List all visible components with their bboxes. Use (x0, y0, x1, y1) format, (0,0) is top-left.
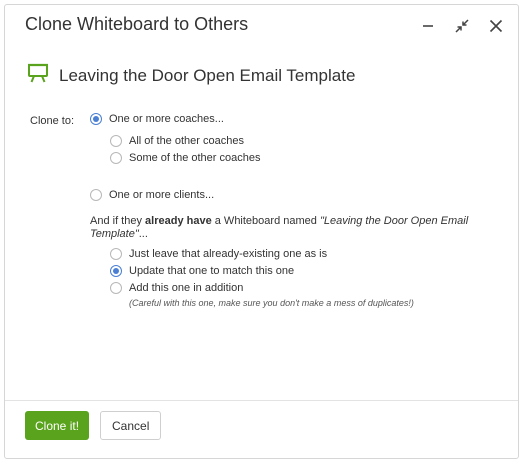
radio-label: All of the other coaches (129, 135, 244, 147)
collapse-arrows-icon (455, 19, 469, 33)
question-prefix: And if they (90, 215, 146, 227)
duplicates-warning-note: (Careful with this one, make sure you do… (129, 298, 414, 308)
radio-one-or-more-clients[interactable]: One or more clients... (90, 189, 214, 201)
radio-some-other-coaches[interactable]: Some of the other coaches (110, 152, 260, 164)
minimize-button[interactable] (416, 15, 440, 37)
radio-label: Add this one in addition (129, 282, 244, 294)
question-suffix: ... (138, 228, 148, 240)
radio-label: Just leave that already-existing one as … (129, 248, 328, 260)
clone-to-label: Clone to: (30, 115, 75, 127)
dialog-title: Clone Whiteboard to Others (25, 14, 249, 34)
radio-label: Some of the other coaches (129, 152, 261, 164)
dialog-footer: Clone it! Cancel (5, 400, 518, 458)
radio-button[interactable] (110, 248, 122, 260)
whiteboard-heading: Leaving the Door Open Email Template (27, 63, 355, 88)
close-icon (489, 19, 503, 33)
question-emphasis: already have (145, 215, 212, 227)
radio-button[interactable] (110, 282, 122, 294)
collapse-button[interactable] (450, 15, 474, 37)
radio-all-other-coaches[interactable]: All of the other coaches (110, 135, 244, 147)
cancel-button[interactable]: Cancel (100, 411, 162, 440)
radio-label: One or more clients... (109, 189, 215, 201)
radio-button[interactable] (90, 189, 102, 201)
radio-button[interactable] (90, 113, 102, 125)
radio-button[interactable] (110, 265, 122, 277)
whiteboard-icon (27, 63, 49, 88)
close-button[interactable] (484, 15, 508, 37)
clone-dialog: Clone Whiteboard to Others Leaving the D… (4, 4, 519, 459)
radio-label: One or more coaches... (109, 113, 224, 125)
question-middle: a Whiteboard named (211, 215, 320, 227)
radio-one-or-more-coaches[interactable]: One or more coaches... (90, 113, 224, 125)
title-bar: Clone Whiteboard to Others (5, 5, 518, 43)
radio-button[interactable] (110, 135, 122, 147)
radio-update-existing[interactable]: Update that one to match this one (110, 265, 294, 277)
radio-button[interactable] (110, 152, 122, 164)
radio-leave-existing[interactable]: Just leave that already-existing one as … (110, 248, 327, 260)
radio-add-in-addition[interactable]: Add this one in addition (110, 282, 243, 294)
minimize-icon (423, 25, 433, 27)
radio-label: Update that one to match this one (129, 265, 295, 277)
existing-whiteboard-question: And if they already have a Whiteboard na… (90, 215, 490, 241)
whiteboard-name: Leaving the Door Open Email Template (59, 65, 356, 85)
clone-button[interactable]: Clone it! (25, 411, 90, 440)
window-controls (416, 15, 508, 37)
